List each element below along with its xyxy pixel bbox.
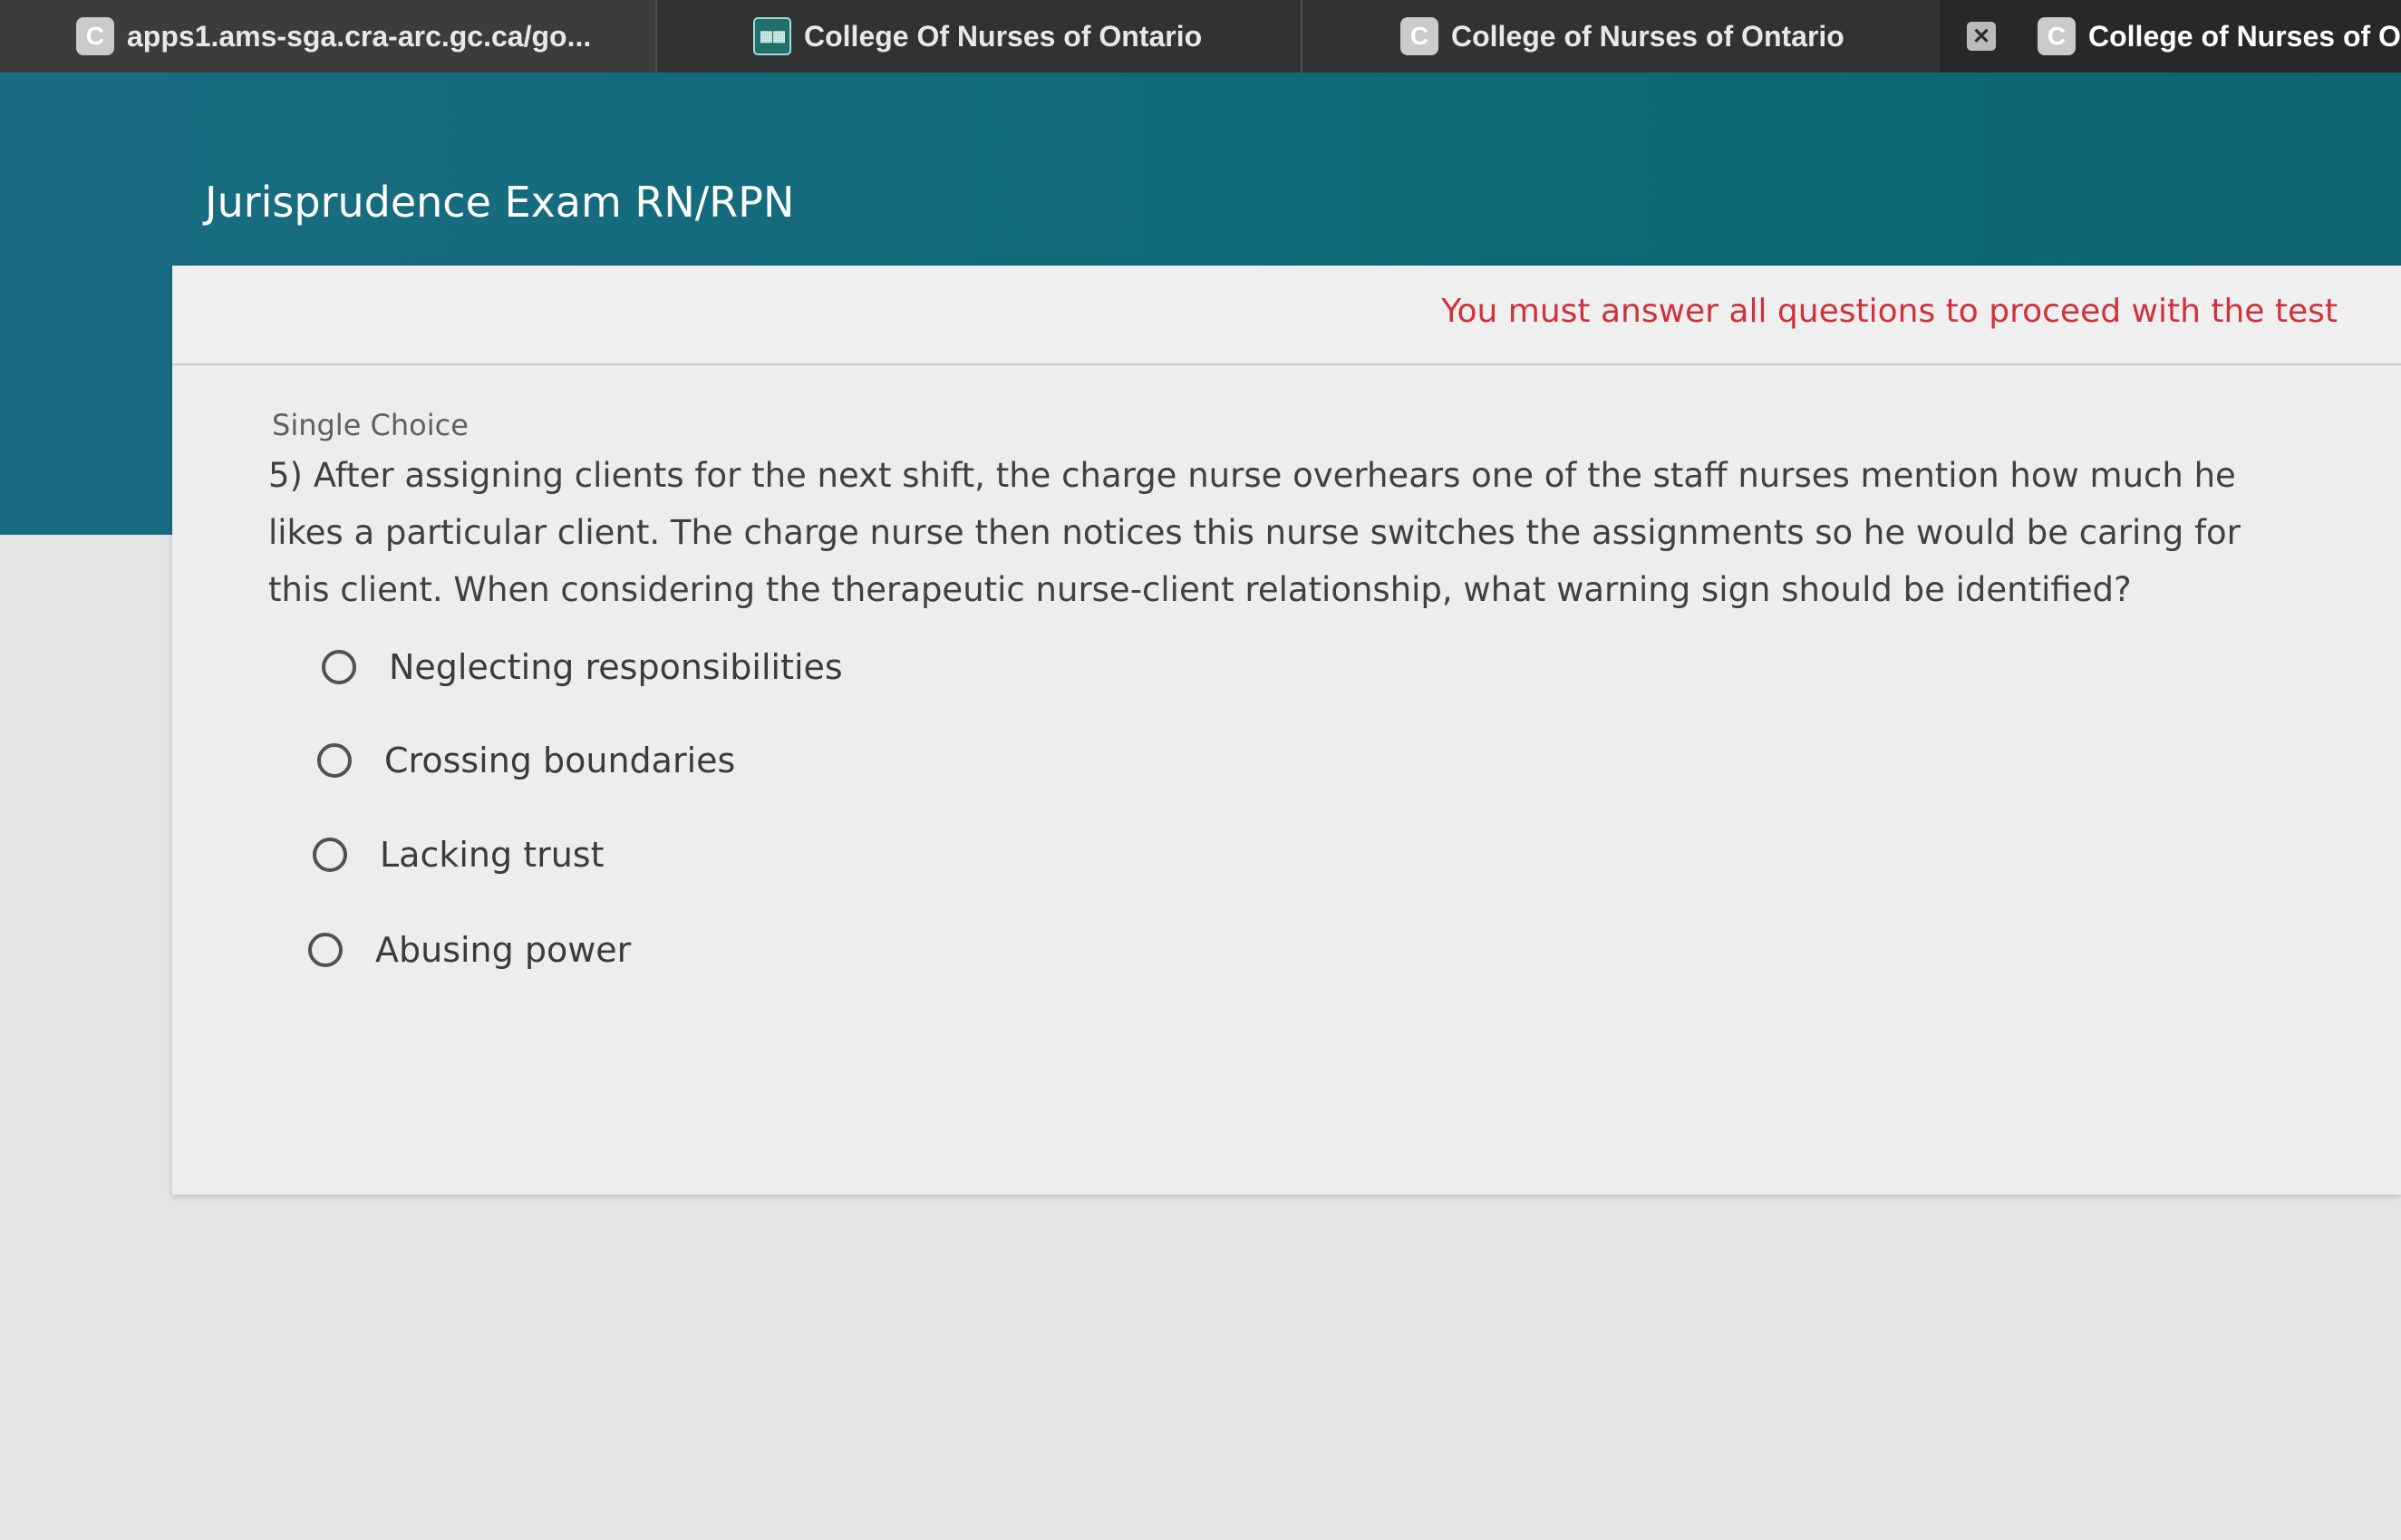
tab-favicon-icon: C	[76, 17, 114, 55]
option-neglecting-responsibilities[interactable]: Neglecting responsibilities	[322, 647, 843, 687]
radio-button[interactable]	[308, 933, 343, 967]
tab-cra[interactable]: C apps1.ams-sga.cra-arc.gc.ca/go...	[0, 0, 657, 73]
close-icon[interactable]: ✕	[1967, 22, 1996, 51]
tab-cno-1[interactable]: ▦▦ College Of Nurses of Ontario	[659, 0, 1302, 73]
option-label[interactable]: Lacking trust	[380, 835, 605, 875]
radio-button[interactable]	[317, 743, 352, 778]
radio-button[interactable]	[322, 650, 356, 684]
option-abusing-power[interactable]: Abusing power	[308, 930, 631, 970]
option-crossing-boundaries[interactable]: Crossing boundaries	[317, 741, 735, 780]
option-label[interactable]: Crossing boundaries	[384, 741, 735, 780]
card-header: You must answer all questions to proceed…	[172, 266, 2401, 365]
option-lacking-trust[interactable]: Lacking trust	[313, 835, 605, 875]
tab-favicon-icon: C	[2038, 17, 2076, 55]
option-label[interactable]: Abusing power	[375, 930, 631, 970]
question-card: You must answer all questions to proceed…	[172, 266, 2401, 1195]
page-title: Jurisprudence Exam RN/RPN	[205, 178, 795, 227]
tab-label: College Of Nurses of Ontario	[804, 19, 1203, 53]
tab-cno-2[interactable]: C College of Nurses of Ontario	[1304, 0, 1939, 73]
tab-label: apps1.ams-sga.cra-arc.gc.ca/go...	[127, 19, 592, 53]
tab-label: College of Nurses of Ontario	[1451, 19, 1844, 53]
radio-button[interactable]	[313, 838, 347, 872]
warning-message: You must answer all questions to proceed…	[1441, 293, 2338, 330]
question-text: 5) After assigning clients for the next …	[268, 456, 2241, 609]
question-type: Single Choice	[272, 408, 469, 442]
option-label[interactable]: Neglecting responsibilities	[389, 647, 843, 687]
tab-favicon-icon: C	[1400, 17, 1438, 55]
tab-cno-active[interactable]: ✕ C College of Nurses of Or	[1940, 0, 2401, 73]
browser-tab-bar: C apps1.ams-sga.cra-arc.gc.ca/go... ▦▦ C…	[0, 0, 2401, 73]
tab-label: College of Nurses of Or	[2088, 19, 2401, 53]
grid-icon: ▦▦	[753, 17, 791, 55]
